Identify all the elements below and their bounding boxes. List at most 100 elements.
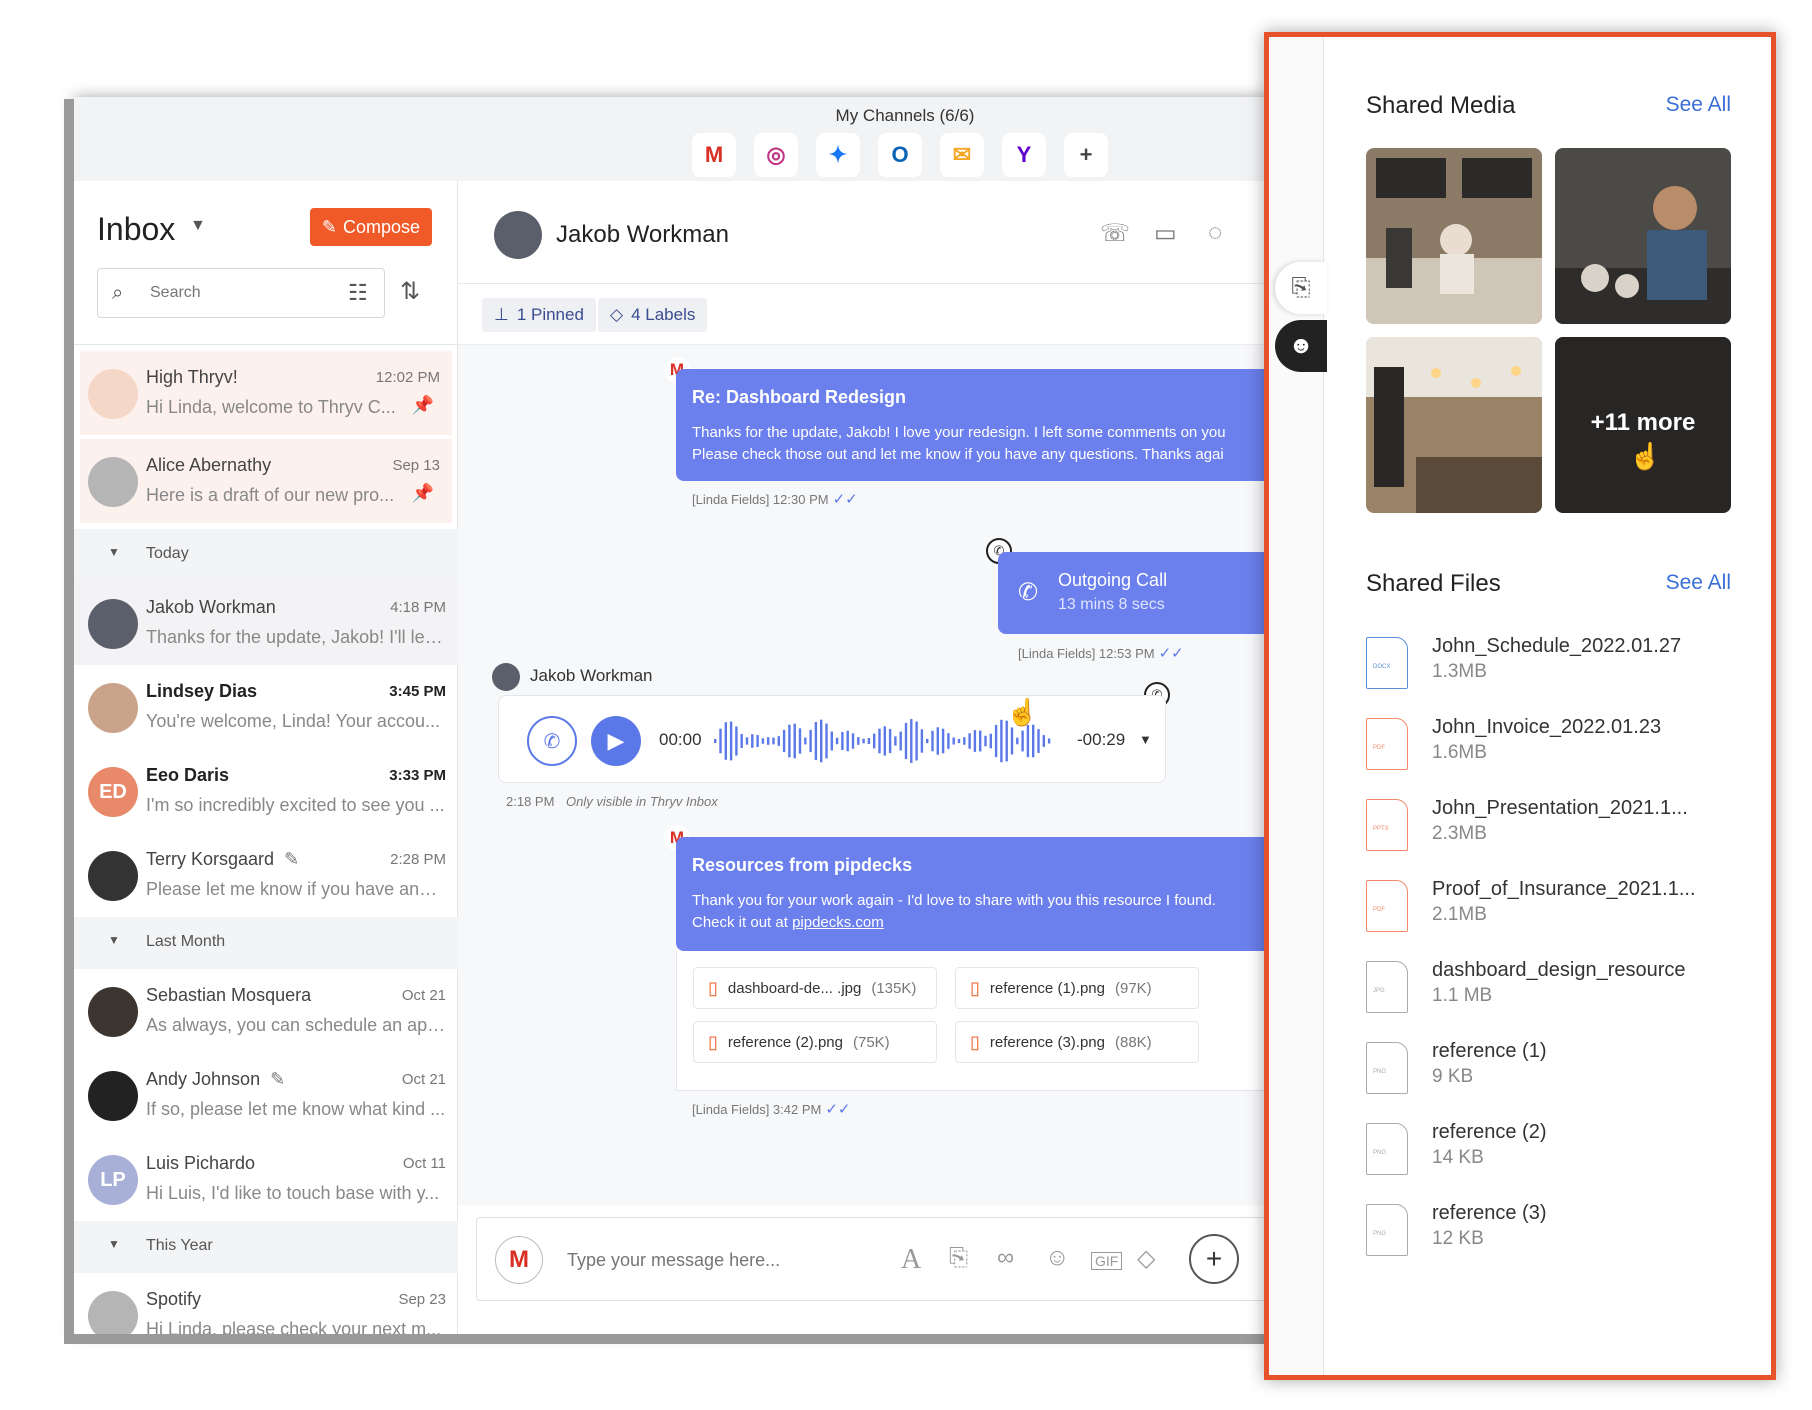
conversation-item[interactable]: Alice Abernathy Sep 13 Here is a draft of … — [80, 439, 452, 523]
media-see-all-link[interactable]: See All — [1666, 93, 1731, 117]
outlook-icon[interactable]: O — [878, 133, 922, 177]
waveform-bar — [989, 733, 992, 749]
shared-file-row[interactable]: PPTX John_Presentation_2021.1... 2.3MB — [1366, 793, 1746, 863]
section-header[interactable]: ▼ This Year — [74, 1221, 458, 1273]
waveform-bar — [984, 735, 987, 747]
search-box[interactable]: ⌕ ☷ — [97, 268, 385, 318]
waveform-bar — [788, 724, 791, 758]
media-thumbnail[interactable] — [1366, 337, 1542, 513]
document-icon: PPTX — [1366, 799, 1408, 851]
contact-avatar[interactable] — [494, 211, 542, 259]
pinned-chip[interactable]: ⊥ 1 Pinned — [482, 298, 596, 332]
email-message-bubble[interactable]: Resources from pipdecks Thank you for yo… — [676, 837, 1274, 951]
call-back-button[interactable]: ✆ — [527, 716, 577, 766]
more-media-thumbnail[interactable]: +11 more ☝ — [1555, 337, 1731, 513]
inbox-dropdown-icon[interactable]: ▼ — [190, 217, 206, 235]
shared-file-row[interactable]: PNG reference (3) 12 KB — [1366, 1198, 1746, 1268]
voice-options-icon[interactable]: ▼ — [1139, 732, 1152, 747]
contact-tab-icon[interactable]: ☻ — [1275, 320, 1327, 372]
phone-icon[interactable]: ☏ — [1100, 219, 1130, 248]
pin-icon[interactable]: 📌 — [412, 395, 434, 416]
document-icon: PDF — [1366, 718, 1408, 770]
email-icon[interactable]: ✉ — [940, 133, 984, 177]
conversation-preview: I'm so incredibly excited to see you ... — [146, 795, 445, 815]
document-icon: DOCX — [1366, 637, 1408, 689]
waveform-bar — [724, 722, 727, 760]
message-meta-text: [Linda Fields] 3:42 PM — [692, 1102, 822, 1117]
section-header[interactable]: ▼ Today — [74, 529, 458, 581]
text-format-icon[interactable]: A — [901, 1244, 921, 1276]
attachment-size: (75K) — [852, 1033, 890, 1051]
link-icon[interactable]: ∞ — [997, 1244, 1014, 1272]
attachment-chip[interactable]: ▯ reference (1).png (97K) — [955, 967, 1199, 1009]
add-button[interactable]: + — [1189, 1234, 1239, 1284]
conversation-item[interactable]: Andy Johnson ✎ Oct 21 If so, please let me … — [74, 1053, 458, 1137]
shared-file-row[interactable]: PDF John_Invoice_2022.01.23 1.6MB — [1366, 712, 1746, 782]
message-input[interactable] — [567, 1246, 867, 1274]
instagram-icon[interactable]: ◎ — [754, 133, 798, 177]
messenger-icon[interactable]: ✦ — [816, 133, 860, 177]
conversation-item[interactable]: Lindsey Dias 3:45 PM You're welcome, Linda… — [74, 665, 458, 749]
waveform-bar — [1042, 735, 1045, 747]
file-name: John_Presentation_2021.1... — [1432, 797, 1688, 819]
attachment-chip[interactable]: ▯ reference (3).png (88K) — [955, 1021, 1199, 1063]
conversation-item[interactable]: Terry Korsgaard ✎ 2:28 PM Please let me kno… — [74, 833, 458, 917]
file-name: reference (3) — [1432, 1202, 1547, 1224]
chat-bubble-icon[interactable]: ◌ — [1208, 219, 1222, 247]
file-icon: ▯ — [708, 977, 718, 998]
files-see-all-link[interactable]: See All — [1666, 571, 1731, 595]
waveform-bar — [777, 736, 780, 746]
attach-icon[interactable]: ⎘ — [949, 1244, 968, 1272]
yahoo-icon[interactable]: Y — [1002, 133, 1046, 177]
compose-button[interactable]: ✎ Compose — [310, 208, 432, 246]
video-icon[interactable]: ▭ — [1154, 219, 1177, 248]
filter-sliders-icon[interactable]: ☷ — [348, 280, 368, 306]
inbox-title[interactable]: Inbox — [97, 211, 175, 248]
emoji-icon[interactable]: ☺ — [1045, 1244, 1070, 1272]
attachment-chip[interactable]: ▯ reference (2).png (75K) — [693, 1021, 937, 1063]
waveform-bar — [761, 738, 765, 744]
labels-chip[interactable]: ◇ 4 Labels — [598, 298, 708, 332]
outgoing-call-bubble[interactable]: ✆ Outgoing Call 13 mins 8 secs — [998, 552, 1274, 634]
play-button[interactable]: ▶ — [591, 716, 641, 766]
conversation-time: 12:02 PM — [375, 369, 440, 386]
section-header[interactable]: ▼ Last Month — [74, 917, 458, 969]
attachment-size: (135K) — [871, 979, 917, 997]
media-thumbnail[interactable] — [1366, 148, 1542, 324]
waveform-bar — [1010, 727, 1014, 755]
gif-icon[interactable]: GIF — [1091, 1252, 1123, 1270]
shared-file-row[interactable]: JPG dashboard_design_resource 1.1 MB — [1366, 955, 1746, 1025]
shared-file-row[interactable]: PNG reference (1) 9 KB — [1366, 1036, 1746, 1106]
email-message-bubble[interactable]: Re: Dashboard Redesign Thanks for the up… — [676, 369, 1274, 481]
pin-icon[interactable]: 📌 — [412, 483, 434, 504]
chat-tags-bar: ⊥ 1 Pinned ◇ 4 Labels — [458, 284, 1274, 345]
conversation-item[interactable]: ED Eeo Daris 3:33 PM I'm so incredibly exci… — [74, 749, 458, 833]
attachments-tab-icon[interactable]: ⎘ — [1275, 262, 1327, 314]
attachment-chip[interactable]: ▯ dashboard-de... .jpg (135K) — [693, 967, 937, 1009]
conversation-item[interactable]: Spotify Sep 23 Hi Linda, please check your… — [74, 1273, 458, 1334]
waveform-bar — [793, 723, 796, 759]
file-type-label: PDF — [1373, 745, 1385, 751]
waveform-bar — [1047, 738, 1051, 744]
edit-pencil-icon[interactable]: ✎ — [284, 849, 299, 869]
gmail-channel-icon[interactable]: M — [495, 1236, 543, 1284]
conversation-name-text: Andy Johnson — [146, 1069, 261, 1089]
shared-file-row[interactable]: DOCX John_Schedule_2022.01.27 1.3MB — [1366, 631, 1746, 701]
tag-icon[interactable]: ◇ — [1137, 1244, 1155, 1273]
waveform-bar — [1016, 737, 1019, 745]
sort-icon[interactable]: ⇅ — [400, 277, 420, 306]
pipdecks-link[interactable]: pipdecks.com — [792, 914, 884, 931]
edit-pencil-icon[interactable]: ✎ — [270, 1069, 285, 1089]
add-channel-icon[interactable]: + — [1064, 133, 1108, 177]
media-thumbnail[interactable] — [1555, 148, 1731, 324]
waveform-bar — [941, 728, 945, 754]
conversation-item[interactable]: High Thryv! 12:02 PM Hi Linda, welcome to … — [80, 351, 452, 435]
conversation-item[interactable]: Sebastian Mosquera Oct 21 As always, you c… — [74, 969, 458, 1053]
conversation-item[interactable]: Jakob Workman 4:18 PM Thanks for the updat… — [74, 581, 458, 665]
conversation-item[interactable]: LP Luis Pichardo Oct 11 Hi Luis, I'd like t… — [74, 1137, 458, 1221]
search-input[interactable] — [150, 281, 330, 305]
audio-waveform[interactable] — [714, 716, 1054, 766]
gmail-icon[interactable]: M — [692, 133, 736, 177]
shared-file-row[interactable]: PDF Proof_of_Insurance_2021.1... 2.1MB — [1366, 874, 1746, 944]
shared-file-row[interactable]: PNG reference (2) 14 KB — [1366, 1117, 1746, 1187]
